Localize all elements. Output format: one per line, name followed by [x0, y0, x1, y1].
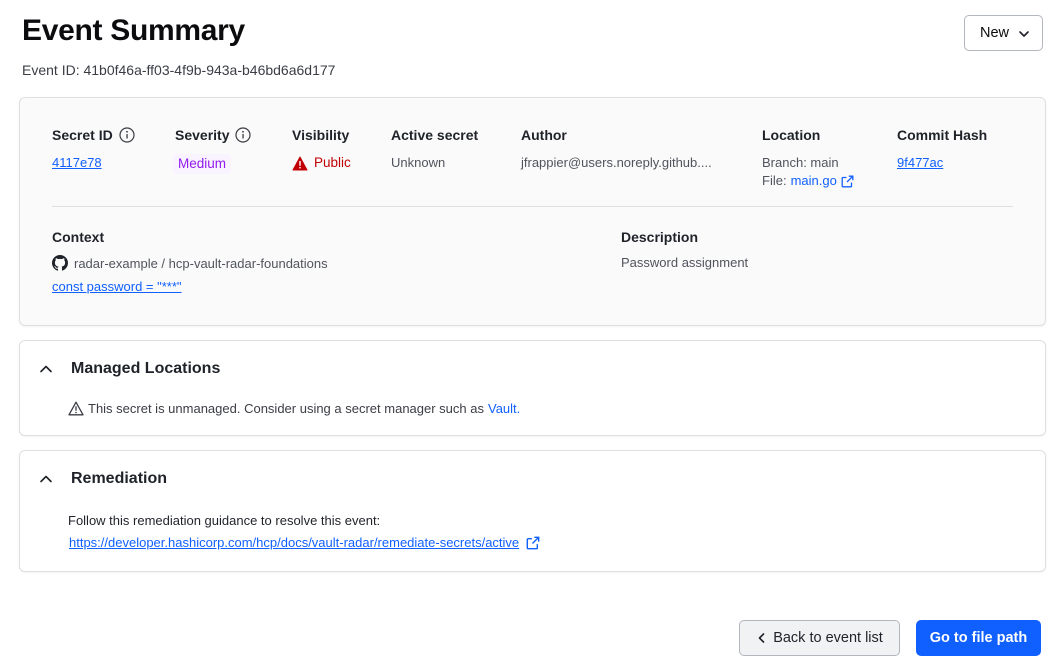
external-link-icon[interactable]	[841, 175, 854, 188]
commit-hash-link[interactable]: 9f477ac	[897, 155, 943, 170]
info-icon[interactable]	[119, 127, 135, 143]
location-field: Location Branch: main File: main.go	[762, 126, 854, 190]
details-card: Secret ID 4117e78 Severity Medium Visibi…	[19, 97, 1046, 326]
active-secret-value: Unknown	[391, 155, 446, 170]
context-field: Context radar-example / hcp-vault-radar-…	[52, 228, 328, 294]
commit-hash-label: Commit Hash	[897, 127, 988, 143]
description-label: Description	[621, 229, 699, 245]
chevron-left-icon	[758, 633, 765, 643]
remediation-link[interactable]: https://developer.hashicorp.com/hcp/docs…	[69, 535, 519, 550]
author-label: Author	[521, 127, 567, 143]
remediation-section: Remediation Follow this remediation guid…	[19, 450, 1046, 572]
severity-badge: Medium	[173, 154, 232, 174]
author-value: jfrappier@users.noreply.github....	[521, 155, 712, 170]
chevron-up-icon[interactable]	[36, 469, 56, 489]
chevron-up-icon[interactable]	[36, 359, 56, 379]
visibility-field: Visibility Public	[292, 126, 351, 172]
branch-value: Branch: main	[762, 155, 839, 170]
managed-locations-section: Managed Locations This secret is unmanag…	[19, 340, 1046, 436]
status-dropdown-value: New	[980, 25, 1010, 41]
location-label: Location	[762, 127, 821, 143]
chevron-down-icon	[1019, 31, 1029, 37]
commit-hash-field: Commit Hash 9f477ac	[897, 126, 987, 172]
remediation-message: Follow this remediation guidance to reso…	[68, 513, 381, 528]
go-to-file-path-button[interactable]: Go to file path	[916, 620, 1041, 656]
event-id: Event ID: 41b0f46a-ff03-4f9b-943a-b46bd6…	[22, 62, 336, 78]
back-to-event-list-button[interactable]: Back to event list	[739, 620, 900, 656]
file-link[interactable]: main.go	[791, 172, 837, 190]
remediation-title: Remediation	[71, 470, 168, 487]
secret-id-label: Secret ID	[52, 127, 113, 143]
page-title: Event Summary	[22, 14, 245, 47]
status-dropdown[interactable]: New	[964, 15, 1043, 51]
context-code-link[interactable]: const password = "***"	[52, 279, 182, 294]
external-link-icon[interactable]	[526, 536, 540, 550]
context-repo: radar-example / hcp-vault-radar-foundati…	[74, 255, 328, 271]
visibility-label: Visibility	[292, 127, 350, 143]
description-field: Description Password assignment	[621, 228, 748, 270]
author-field: Author jfrappier@users.noreply.github...…	[521, 126, 712, 172]
github-icon	[52, 255, 68, 271]
warning-icon	[68, 401, 84, 416]
severity-field: Severity Medium	[173, 126, 252, 174]
warning-icon	[292, 156, 308, 170]
secret-id-field: Secret ID 4117e78	[52, 126, 135, 172]
back-to-event-list-label: Back to event list	[773, 630, 883, 646]
severity-label: Severity	[175, 127, 230, 143]
divider	[52, 206, 1013, 207]
go-to-file-path-label: Go to file path	[929, 630, 1028, 646]
vault-link[interactable]: Vault.	[488, 401, 520, 416]
managed-locations-title: Managed Locations	[71, 360, 221, 377]
active-secret-label: Active secret	[391, 127, 479, 143]
info-icon[interactable]	[235, 127, 252, 143]
context-label: Context	[52, 229, 105, 245]
visibility-value: Public	[314, 155, 351, 170]
file-prefix: File:	[762, 173, 787, 188]
secret-id-link[interactable]: 4117e78	[52, 155, 102, 170]
managed-locations-message: This secret is unmanaged. Consider using…	[88, 401, 484, 416]
active-secret-field: Active secret Unknown	[391, 126, 478, 172]
description-value: Password assignment	[621, 255, 749, 270]
